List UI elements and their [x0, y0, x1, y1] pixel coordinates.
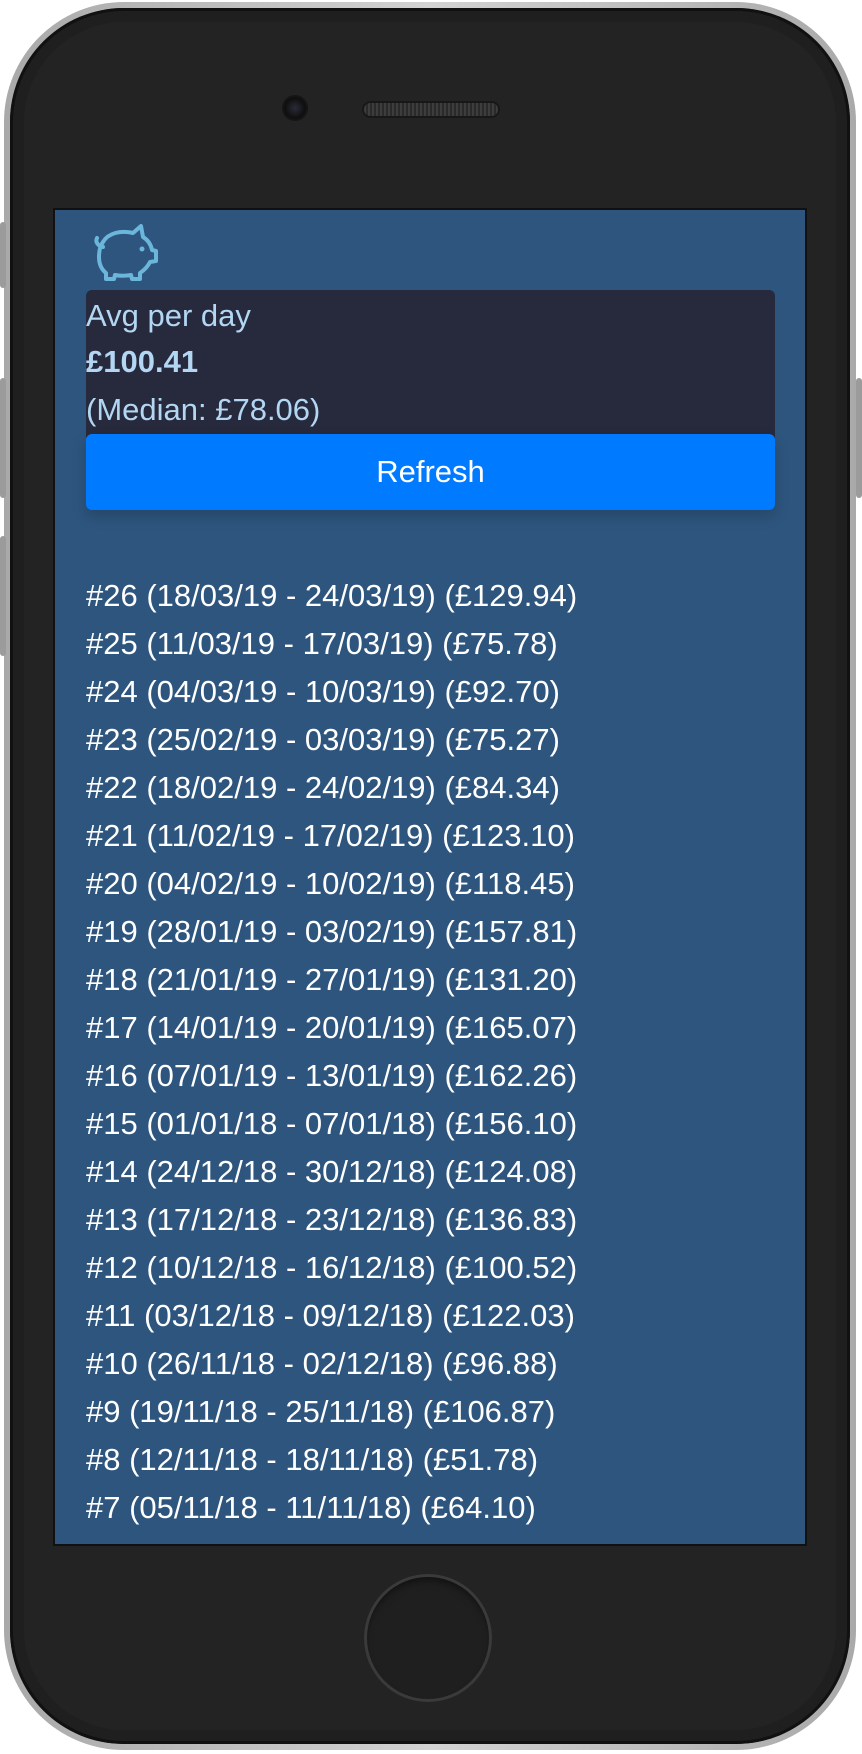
week-list-item[interactable]: #14 (24/12/18 - 30/12/18) (£124.08)	[86, 1148, 577, 1196]
volume-up-button	[0, 378, 6, 498]
stats-card: Avg per day £100.41 (Median: £78.06)	[86, 290, 775, 438]
mute-switch	[0, 222, 6, 288]
median-value: (Median: £78.06)	[86, 392, 321, 427]
week-list-item[interactable]: #15 (01/01/18 - 07/01/18) (£156.10)	[86, 1100, 577, 1148]
week-list-item[interactable]: #17 (14/01/19 - 20/01/19) (£165.07)	[86, 1004, 577, 1052]
week-list-item[interactable]: #10 (26/11/18 - 02/12/18) (£96.88)	[86, 1340, 577, 1388]
power-button	[856, 378, 862, 498]
app-screen: Avg per day £100.41 (Median: £78.06) Ref…	[55, 210, 805, 1544]
week-list-item[interactable]: #20 (04/02/19 - 10/02/19) (£118.45)	[86, 860, 577, 908]
week-list-item[interactable]: #11 (03/12/18 - 09/12/18) (£122.03)	[86, 1292, 577, 1340]
avg-per-day-value: £100.41	[86, 344, 199, 379]
refresh-button[interactable]: Refresh	[86, 434, 775, 510]
week-list-item[interactable]: #16 (07/01/19 - 13/01/19) (£162.26)	[86, 1052, 577, 1100]
week-list-item[interactable]: #26 (18/03/19 - 24/03/19) (£129.94)	[86, 572, 577, 620]
week-list-item[interactable]: #13 (17/12/18 - 23/12/18) (£136.83)	[86, 1196, 577, 1244]
avg-per-day-label: Avg per day	[86, 298, 251, 333]
week-list: #26 (18/03/19 - 24/03/19) (£129.94) #25 …	[86, 572, 577, 1532]
week-list-item[interactable]: #25 (11/03/19 - 17/03/19) (£75.78)	[86, 620, 577, 668]
week-list-item[interactable]: #7 (05/11/18 - 11/11/18) (£64.10)	[86, 1484, 577, 1532]
piggy-bank-icon	[91, 222, 159, 282]
week-list-item[interactable]: #12 (10/12/18 - 16/12/18) (£100.52)	[86, 1244, 577, 1292]
home-button[interactable]	[364, 1574, 492, 1702]
week-list-item[interactable]: #23 (25/02/19 - 03/03/19) (£75.27)	[86, 716, 577, 764]
week-list-item[interactable]: #24 (04/03/19 - 10/03/19) (£92.70)	[86, 668, 577, 716]
week-list-item[interactable]: #18 (21/01/19 - 27/01/19) (£131.20)	[86, 956, 577, 1004]
week-list-item[interactable]: #9 (19/11/18 - 25/11/18) (£106.87)	[86, 1388, 577, 1436]
week-list-item[interactable]: #19 (28/01/19 - 03/02/19) (£157.81)	[86, 908, 577, 956]
volume-down-button	[0, 536, 6, 656]
front-camera	[284, 97, 306, 119]
week-list-item[interactable]: #22 (18/02/19 - 24/02/19) (£84.34)	[86, 764, 577, 812]
earpiece-speaker	[364, 103, 498, 116]
week-list-item[interactable]: #8 (12/11/18 - 18/11/18) (£51.78)	[86, 1436, 577, 1484]
week-list-item[interactable]: #21 (11/02/19 - 17/02/19) (£123.10)	[86, 812, 577, 860]
